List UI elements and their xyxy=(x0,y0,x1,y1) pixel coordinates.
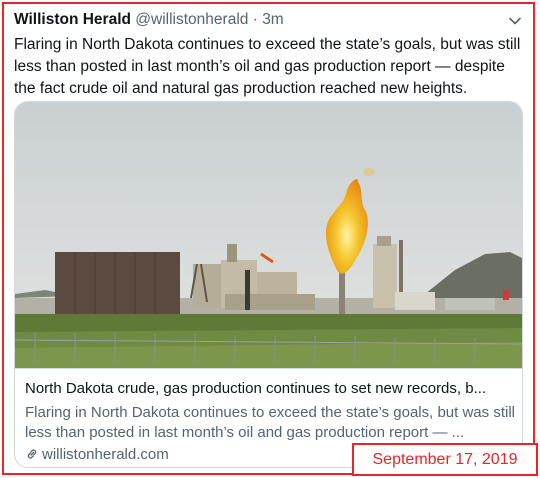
tweet-text: Flaring in North Dakota continues to exc… xyxy=(14,36,521,97)
card-domain[interactable]: willistonherald.com xyxy=(25,445,169,465)
chevron-down-icon[interactable] xyxy=(506,12,524,30)
tweet-header: Williston Herald @willistonherald · 3m xyxy=(14,10,284,30)
card-image xyxy=(15,102,522,368)
author-handle[interactable]: @willistonherald xyxy=(135,11,248,28)
card-domain-text: willistonherald.com xyxy=(42,446,169,463)
tweet-timestamp[interactable]: 3m xyxy=(262,11,284,28)
author-name[interactable]: Williston Herald xyxy=(14,11,131,28)
card-title[interactable]: North Dakota crude, gas production conti… xyxy=(25,379,515,399)
date-annotation: September 17, 2019 xyxy=(352,443,538,476)
link-card[interactable]: North Dakota crude, gas production conti… xyxy=(14,101,523,468)
separator-dot: · xyxy=(252,11,258,28)
link-icon xyxy=(27,449,37,459)
card-description: Flaring in North Dakota continues to exc… xyxy=(25,404,515,441)
